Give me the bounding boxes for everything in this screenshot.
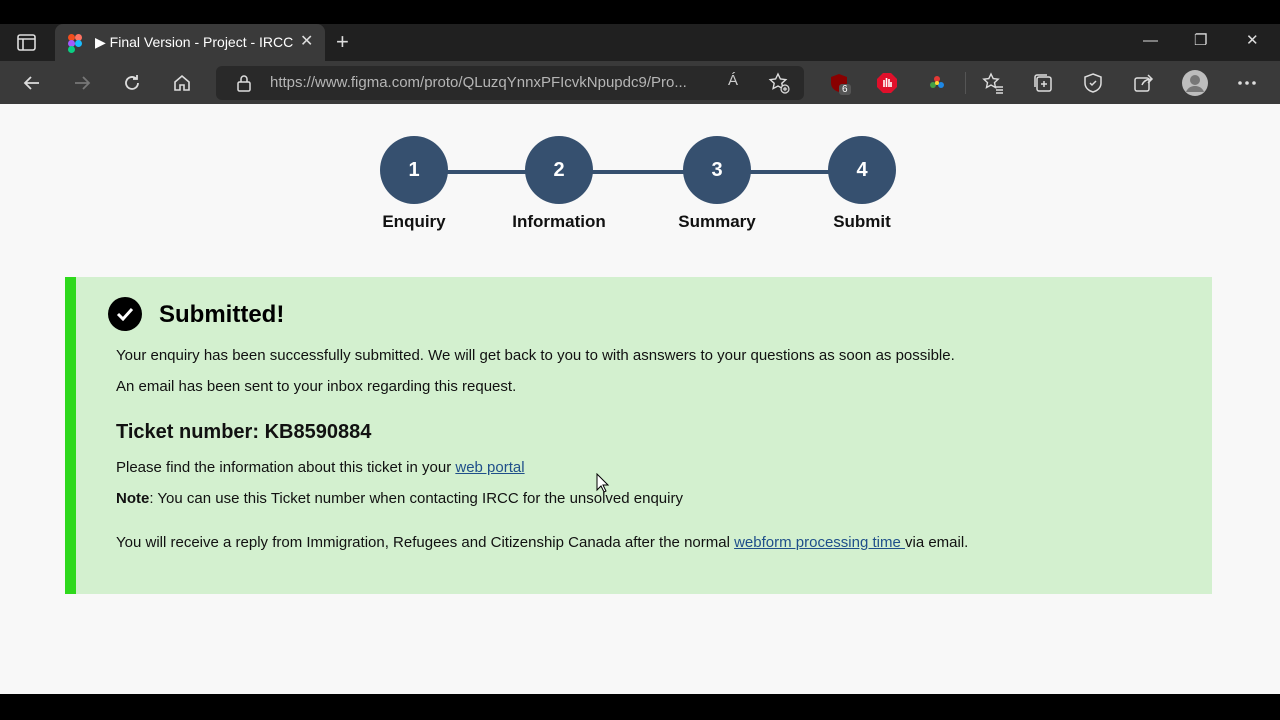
more-options-icon[interactable] (1234, 70, 1260, 96)
submitted-heading: Submitted! (159, 301, 285, 328)
minimize-icon[interactable]: — (1143, 33, 1158, 48)
step-4-circle[interactable]: 4 (828, 136, 896, 204)
favorites-icon[interactable] (980, 70, 1006, 96)
ticket-label: Ticket number: (116, 421, 265, 443)
lock-icon[interactable] (236, 74, 252, 97)
portal-text: Please find the information about this t… (116, 459, 456, 476)
processing-time-link[interactable]: webform processing time (734, 534, 905, 551)
browser-essentials-icon[interactable] (1080, 70, 1106, 96)
mouse-cursor-icon (596, 472, 610, 498)
browser-toolbar: https://www.figma.com/proto/QLuzqYnnxPFI… (0, 61, 1280, 104)
step-3-circle[interactable]: 3 (683, 136, 751, 204)
toolbar-divider (965, 72, 966, 94)
step-2-circle[interactable]: 2 (525, 136, 593, 204)
address-bar[interactable]: https://www.figma.com/proto/QLuzqYnnxPFI… (216, 66, 804, 100)
figma-icon (68, 34, 82, 53)
back-icon[interactable] (19, 70, 45, 96)
window-close-icon[interactable]: ✕ (1246, 33, 1259, 48)
add-favorite-icon[interactable] (768, 72, 790, 99)
forward-icon[interactable] (69, 70, 95, 96)
stepper-connector (750, 170, 832, 174)
tab-close-icon[interactable]: ✕ (300, 34, 313, 50)
collections-icon[interactable] (1030, 70, 1056, 96)
extension-count-badge: 6 (839, 84, 851, 95)
ticket-number: KB8590884 (264, 421, 372, 443)
success-panel: Submitted! Your enquiry has been success… (65, 277, 1212, 594)
new-tab-icon[interactable]: + (336, 31, 349, 53)
reply-text-after: via email. (905, 534, 969, 551)
video-letterbox-top (0, 0, 1280, 24)
profile-avatar-icon[interactable] (1182, 70, 1208, 96)
portal-line: Please find the information about this t… (116, 459, 525, 476)
tab-actions-icon[interactable] (14, 32, 40, 54)
step-2-label: Information (512, 212, 606, 231)
note-label: Note (116, 490, 150, 507)
reply-line: You will receive a reply from Immigratio… (116, 534, 968, 551)
active-tab[interactable]: ▶ Final Version - Project - IRCC ✕ (55, 24, 325, 61)
restore-icon[interactable]: ❐ (1194, 33, 1207, 48)
step-4-label: Submit (833, 212, 891, 231)
stepper-connector (591, 170, 687, 174)
web-portal-link[interactable]: web portal (455, 459, 524, 476)
share-icon[interactable] (1130, 70, 1156, 96)
step-1-circle[interactable]: 1 (380, 136, 448, 204)
url-text[interactable]: https://www.figma.com/proto/QLuzqYnnxPFI… (270, 74, 720, 91)
read-aloud-icon[interactable]: Á (728, 72, 738, 89)
home-icon[interactable] (169, 70, 195, 96)
step-3-label: Summary (678, 212, 756, 231)
reply-text: You will receive a reply from Immigratio… (116, 534, 735, 551)
success-message: Your enquiry has been successfully submi… (116, 347, 955, 364)
color-extension-icon[interactable] (924, 70, 950, 96)
checkmark-icon (108, 297, 142, 331)
adblock-extension-icon[interactable] (874, 70, 900, 96)
stepper-connector (446, 170, 528, 174)
page-content: 1 2 3 4 Enquiry Information Summary Subm… (0, 104, 1280, 694)
ticket-number-heading: Ticket number: KB8590884 (116, 421, 371, 444)
step-1-label: Enquiry (382, 212, 446, 231)
reload-icon[interactable] (119, 70, 145, 96)
video-letterbox-bottom (0, 694, 1280, 720)
email-notice: An email has been sent to your inbox reg… (116, 378, 517, 395)
tab-title: ▶ Final Version - Project - IRCC (95, 34, 294, 50)
